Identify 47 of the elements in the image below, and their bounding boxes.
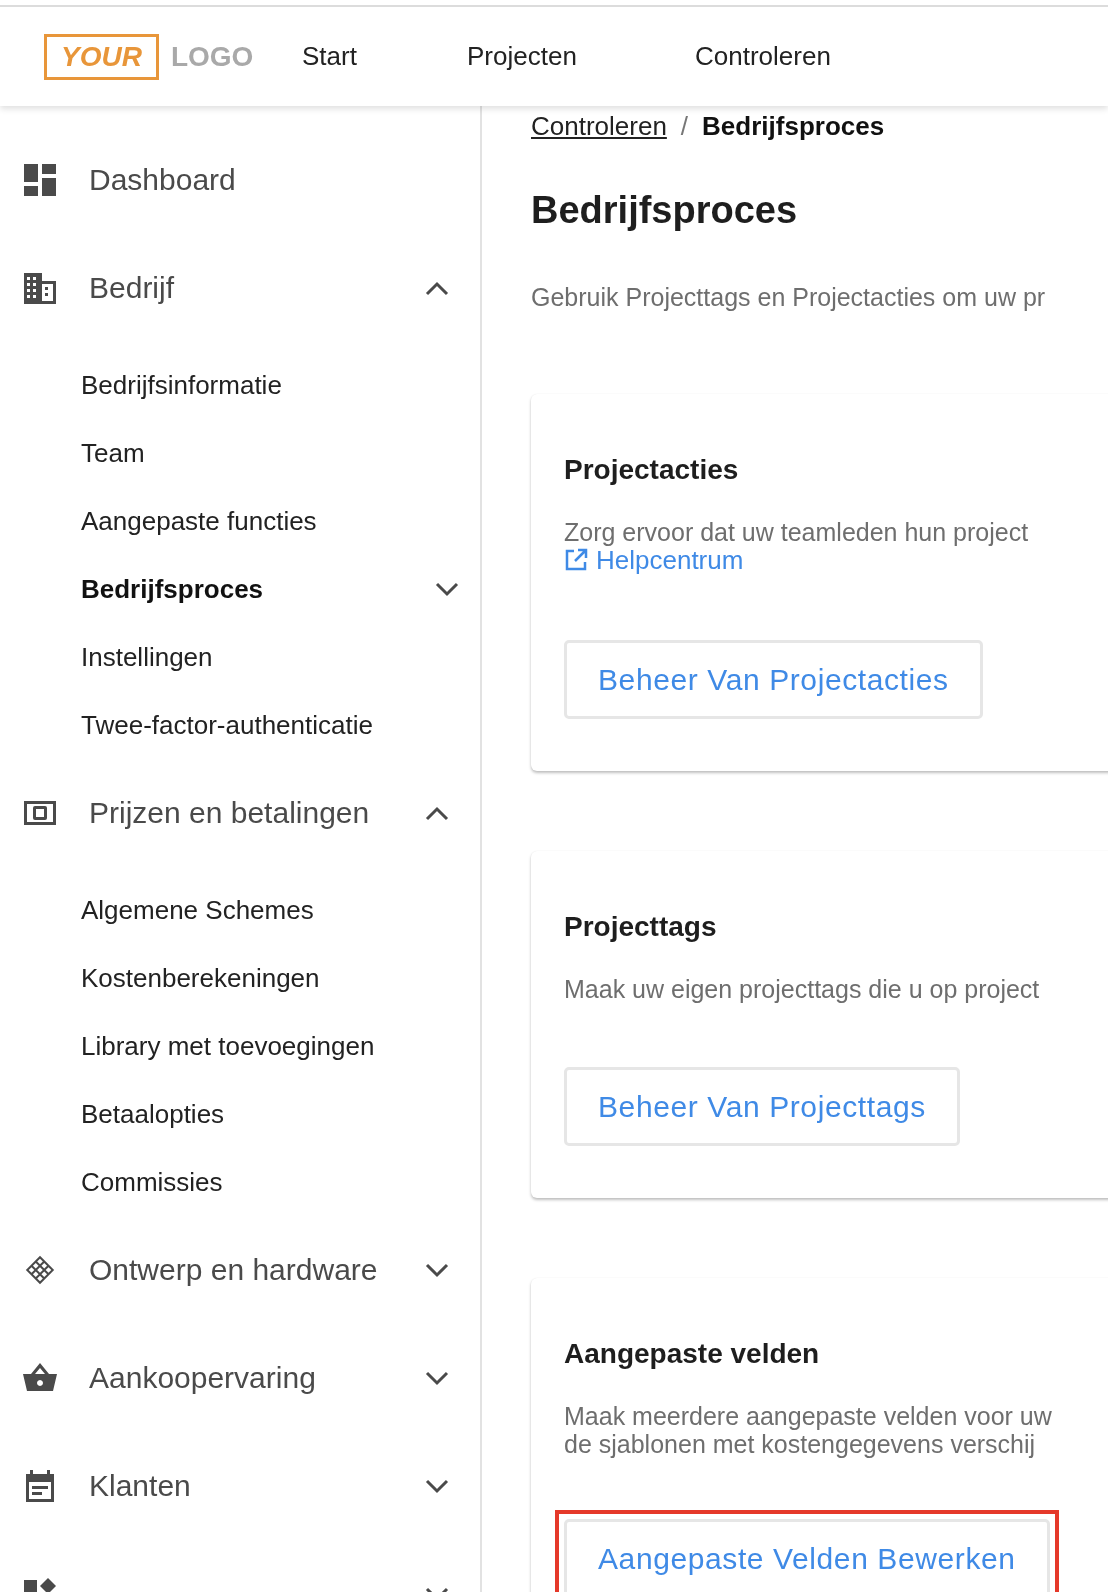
chevron-icon[interactable] (434, 581, 460, 597)
sidebar-item[interactable]: Bedrijf (89, 271, 424, 305)
card-description: Maak uw eigen projecttags die u op project (564, 975, 1041, 1003)
sidebar-item[interactable]: Ontwerp en hardware (89, 1253, 424, 1287)
dashboard-icon (22, 162, 58, 198)
sidebar-item[interactable]: Prijzen en betalingen (89, 796, 424, 830)
logo-word: LOGO (170, 40, 254, 73)
card-description: Zorg ervoor dat uw teamleden hun project (564, 518, 1030, 546)
card-title: Projectacties (564, 453, 740, 487)
page-title: Bedrijfsproces (531, 188, 799, 232)
sidebar-subitem[interactable]: Aangepaste functies (81, 505, 460, 537)
building-icon (22, 270, 58, 306)
logo-word: YOUR (44, 33, 159, 80)
card-title: Projecttags (564, 910, 718, 944)
chevron-icon[interactable] (424, 1370, 450, 1386)
card-description: de sjablonen met kostengegevens verschij (564, 1430, 1037, 1458)
sidebar-subitem[interactable]: Twee-factor-authenticatie (81, 709, 460, 741)
external-link-icon (564, 548, 588, 572)
action-button[interactable]: Beheer Van Projecttags (564, 1067, 960, 1146)
help-link[interactable]: Helpcentrum (564, 546, 744, 574)
card-title: Aangepaste velden (564, 1337, 821, 1371)
breadcrumb-separator: / (680, 110, 689, 142)
breadcrumb-link[interactable]: Controleren (531, 110, 667, 142)
action-button[interactable]: Aangepaste Velden Bewerken (564, 1519, 1050, 1592)
breadcrumb-current: Bedrijfsproces (702, 110, 885, 142)
chevron-icon[interactable] (424, 1262, 450, 1278)
sidebar-item[interactable]: Aankoopervaring (89, 1361, 424, 1395)
nav-link[interactable]: Projecten (467, 41, 577, 72)
sidebar-subitem[interactable]: Bedrijfsproces (81, 573, 434, 605)
sidebar-subitem[interactable]: Commissies (81, 1166, 460, 1198)
sidebar-subitem[interactable]: Team (81, 437, 460, 469)
chevron-icon[interactable] (424, 280, 450, 296)
chevron-icon[interactable] (424, 805, 450, 821)
card-description: Maak meerdere aangepaste velden voor uw (564, 1402, 1053, 1430)
sidebar-subitem[interactable]: Instellingen (81, 641, 460, 673)
nav-link[interactable]: Start (302, 41, 357, 72)
sidebar-subitem[interactable]: Kostenberekeningen (81, 962, 460, 994)
sidebar-subitem[interactable]: Library met toevoegingen (81, 1030, 460, 1062)
chevron-icon[interactable] (424, 1478, 450, 1494)
page-description: Gebruik Projecttags en Projectacties om uw pr (531, 282, 1047, 312)
sidebar-subitem[interactable]: Bedrijfsinformatie (81, 369, 460, 401)
action-button[interactable]: Beheer Van Projectacties (564, 640, 983, 719)
sidebar-item[interactable]: Dashboard (89, 163, 450, 197)
sidebar-item[interactable]: Klanten (89, 1469, 424, 1503)
sidebar-subitem[interactable]: Betaalopties (81, 1098, 460, 1130)
nav-link[interactable]: Controleren (695, 41, 831, 72)
sidebar-subitem[interactable]: Algemene Schemes (81, 894, 460, 926)
